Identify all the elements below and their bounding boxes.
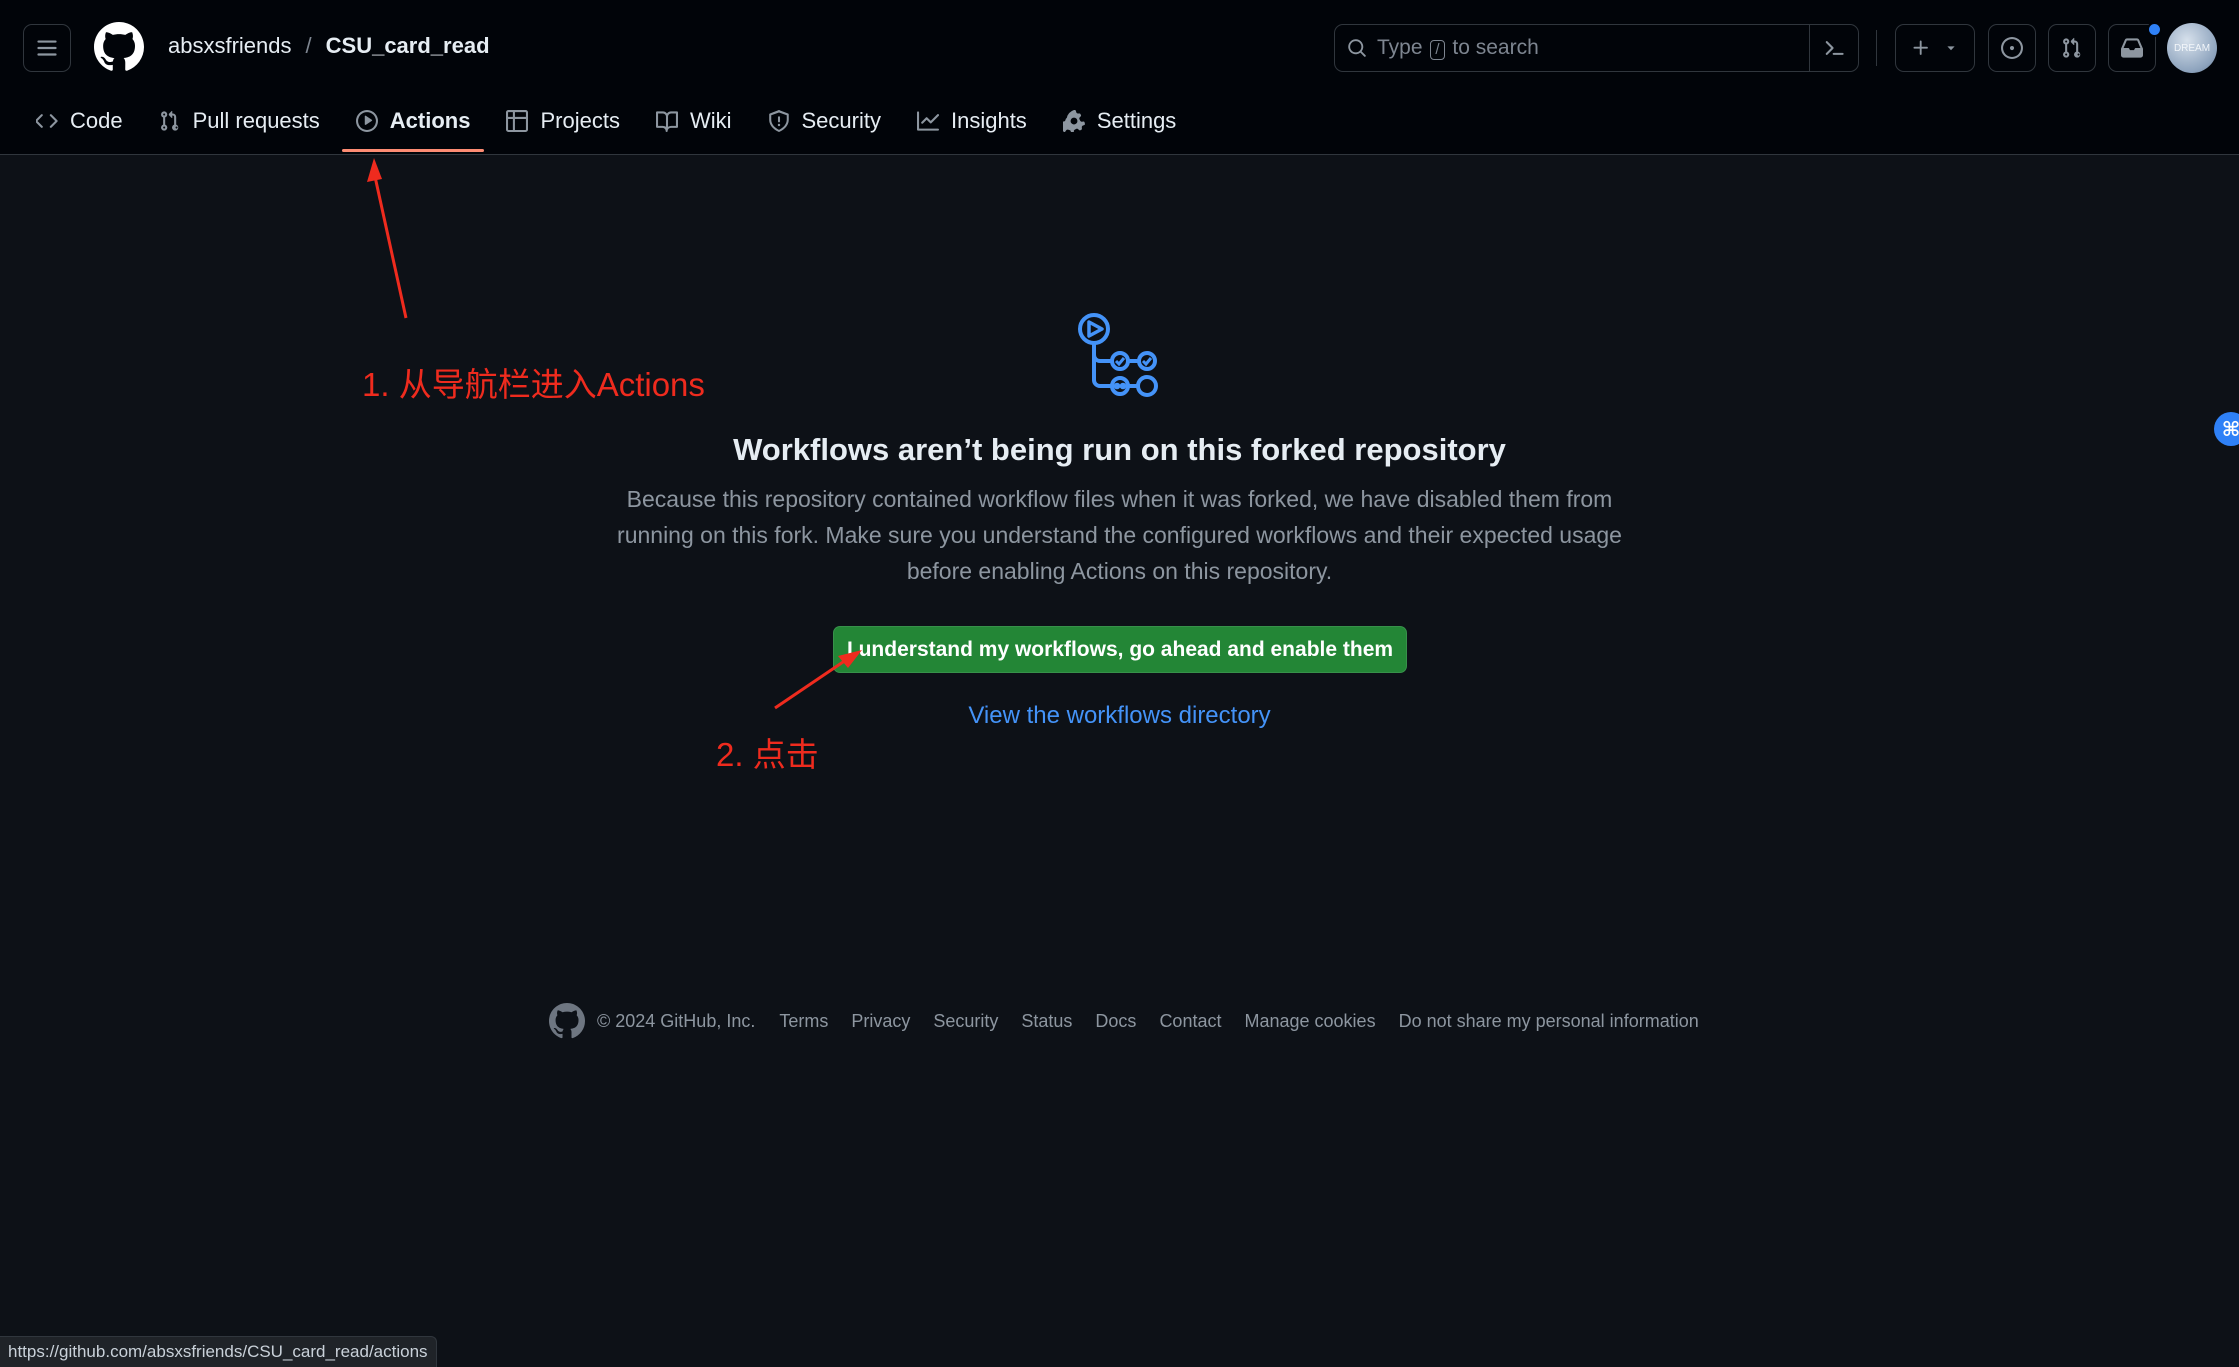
code-icon xyxy=(36,114,58,128)
footer-link-docs[interactable]: Docs xyxy=(1095,1011,1136,1032)
tab-wiki[interactable]: Wiki xyxy=(642,104,746,138)
status-bar-url: https://github.com/absxsfriends/CSU_card… xyxy=(0,1336,437,1367)
github-logo-icon[interactable] xyxy=(94,22,144,72)
issue-opened-icon xyxy=(2001,37,2023,59)
owner-link[interactable]: absxsfriends xyxy=(168,33,292,59)
gear-icon xyxy=(1062,110,1085,132)
git-pull-request-icon xyxy=(2063,37,2081,58)
enable-workflows-button[interactable]: I understand my workflows, go ahead and … xyxy=(833,626,1407,673)
footer-link-terms[interactable]: Terms xyxy=(779,1011,828,1032)
avatar[interactable]: DREAM xyxy=(2167,23,2217,73)
footer-link-status[interactable]: Status xyxy=(1021,1011,1072,1032)
tab-security[interactable]: Security xyxy=(754,104,895,138)
view-workflows-link: View the workflows directory xyxy=(0,702,2239,730)
annotation-step1: 1. 从导航栏进入Actions xyxy=(362,366,705,403)
tab-label: Insights xyxy=(950,108,1027,133)
issues-button[interactable] xyxy=(1988,24,2036,72)
footer-copyright: © 2024 GitHub, Inc. xyxy=(597,1010,756,1031)
annotation-step2: 2. 点击 xyxy=(716,736,819,773)
pull-requests-button[interactable] xyxy=(2048,24,2096,72)
tab-label: Projects xyxy=(540,108,620,133)
tab-label: Code xyxy=(70,108,123,133)
header-divider xyxy=(1876,30,1877,66)
repo-nav: Code Pull requests Actions Projects Wiki… xyxy=(22,104,1198,152)
inbox-icon xyxy=(2121,38,2143,58)
shield-icon xyxy=(768,110,789,132)
global-header: absxsfriends / CSU_card_read Type / to s… xyxy=(0,0,2239,155)
description-text: Because this repository contained workfl… xyxy=(617,486,1622,584)
tab-pull-requests[interactable]: Pull requests xyxy=(145,104,334,138)
caret-down-icon xyxy=(1947,46,1955,51)
terminal-icon xyxy=(1825,41,1844,55)
search-placeholder: Type / to search xyxy=(1377,36,1539,60)
footer-link-do-not-share[interactable]: Do not share my personal information xyxy=(1399,1011,1699,1032)
command-palette-button[interactable] xyxy=(1809,25,1858,71)
annotation-arrow-1 xyxy=(367,158,408,319)
view-workflows-link-text[interactable]: View the workflows directory xyxy=(968,702,1270,729)
repo-link[interactable]: CSU_card_read xyxy=(326,33,490,59)
table-icon xyxy=(506,110,529,132)
footer-link-manage-cookies[interactable]: Manage cookies xyxy=(1244,1011,1375,1032)
play-icon xyxy=(355,110,378,132)
workflow-icon xyxy=(1075,310,1165,400)
tab-label: Settings xyxy=(1096,108,1177,133)
annotation-arrows xyxy=(367,158,862,710)
tab-label: Wiki xyxy=(689,108,732,133)
plus-icon xyxy=(1913,40,1928,55)
pull-request-icon xyxy=(160,110,178,131)
tab-settings[interactable]: Settings xyxy=(1049,104,1191,138)
tab-label: Actions xyxy=(389,108,471,133)
graph-icon xyxy=(916,111,939,131)
tab-insights[interactable]: Insights xyxy=(903,104,1041,138)
search-icon xyxy=(1348,39,1366,57)
tab-code[interactable]: Code xyxy=(22,104,137,138)
breadcrumb-separator: / xyxy=(305,33,312,58)
github-mark-icon[interactable] xyxy=(549,1003,585,1039)
footer-link-privacy[interactable]: Privacy xyxy=(851,1011,910,1032)
search-input[interactable]: Type / to search xyxy=(1334,24,1859,72)
tab-projects[interactable]: Projects xyxy=(492,104,633,138)
tab-label: Security xyxy=(801,108,881,133)
footer-link-contact[interactable]: Contact xyxy=(1159,1011,1221,1032)
page-title: Workflows aren’t being run on this forke… xyxy=(733,432,1506,467)
hamburger-icon xyxy=(37,40,57,56)
breadcrumb: absxsfriends / CSU_card_read xyxy=(168,33,490,59)
menu-button[interactable] xyxy=(23,24,71,72)
create-new-button[interactable] xyxy=(1895,24,1975,72)
book-icon xyxy=(655,111,678,132)
footer-link-security[interactable]: Security xyxy=(933,1011,998,1032)
tab-actions[interactable]: Actions xyxy=(341,104,485,152)
footer: © 2024 GitHub, Inc. Terms Privacy Securi… xyxy=(549,1003,1722,1039)
tab-label: Pull requests xyxy=(192,108,320,133)
notification-dot xyxy=(2147,22,2162,37)
